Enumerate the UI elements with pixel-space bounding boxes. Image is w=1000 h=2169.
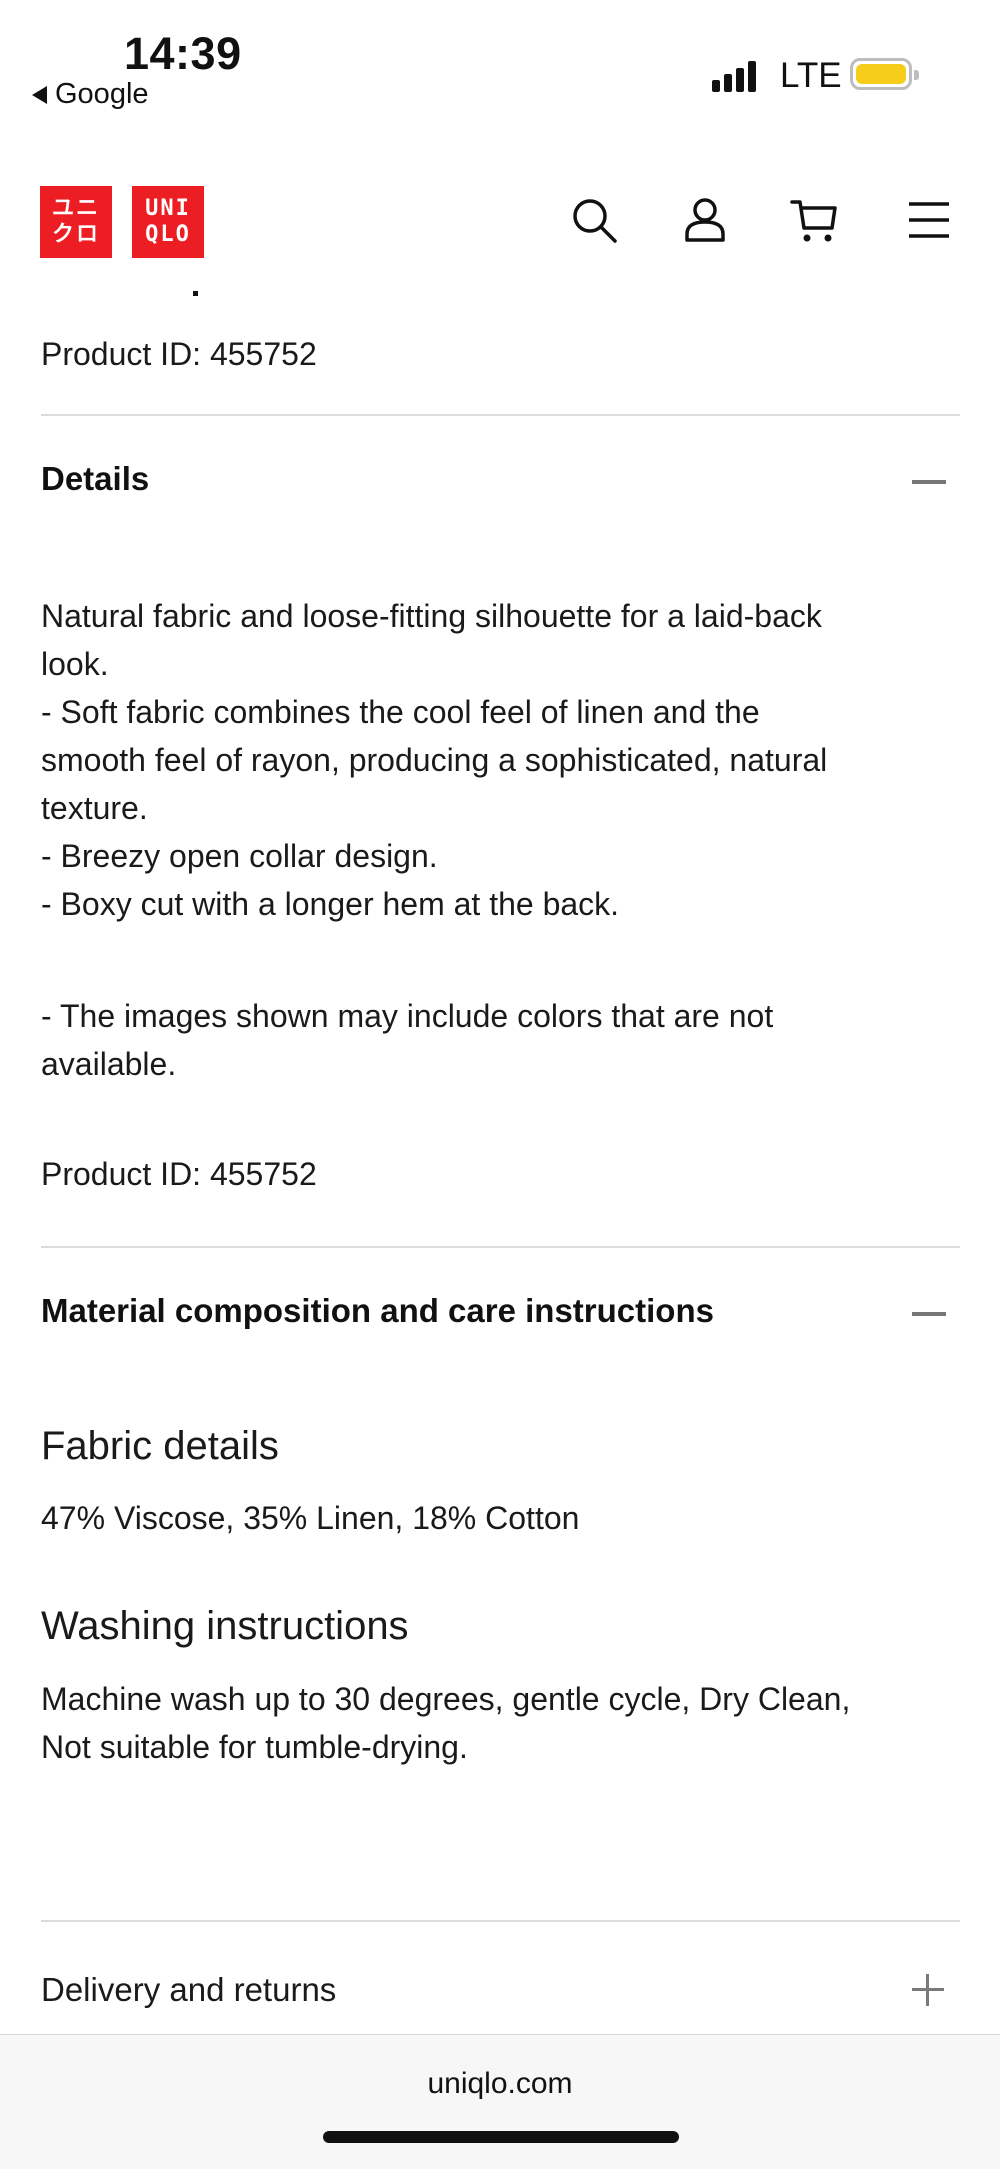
- material-section-header[interactable]: Material composition and care instructio…: [41, 1292, 714, 1330]
- expand-icon[interactable]: [912, 1974, 944, 2006]
- back-arrow-icon: [32, 85, 47, 104]
- fabric-details-heading: Fabric details: [41, 1424, 279, 1468]
- menu-icon[interactable]: [905, 196, 953, 244]
- uniqlo-logo[interactable]: ユニ クロ UNI QLO: [40, 186, 204, 258]
- account-icon[interactable]: [681, 196, 729, 244]
- delivery-returns-header[interactable]: Delivery and returns: [41, 1966, 961, 2014]
- search-icon[interactable]: [570, 196, 618, 244]
- details-section-header[interactable]: Details: [41, 460, 149, 498]
- product-id: Product ID: 455752: [41, 1156, 317, 1192]
- divider: [41, 1246, 960, 1248]
- collapse-icon[interactable]: [912, 1312, 946, 1316]
- collapse-icon[interactable]: [912, 480, 946, 484]
- divider: [41, 414, 960, 416]
- logo-katakana-box: ユニ クロ: [40, 186, 112, 258]
- cart-icon[interactable]: [790, 196, 838, 244]
- washing-instructions-heading: Washing instructions: [41, 1604, 409, 1648]
- browser-bottom-bar: [0, 2034, 1000, 2169]
- address-bar-url[interactable]: uniqlo.com: [0, 2067, 1000, 2101]
- clipped-text-fragment: [193, 291, 198, 296]
- back-to-app-link[interactable]: Google: [32, 78, 149, 111]
- fabric-details-value: 47% Viscose, 35% Linen, 18% Cotton: [41, 1500, 580, 1536]
- washing-instructions-value: Machine wash up to 30 degrees, gentle cy…: [41, 1681, 851, 1765]
- logo-latin-box: UNI QLO: [132, 186, 204, 258]
- back-app-label: Google: [55, 78, 149, 110]
- status-time: 14:39: [124, 28, 242, 79]
- details-description: Natural fabric and loose-fitting silhoue…: [41, 598, 828, 922]
- network-label: LTE: [780, 56, 842, 95]
- details-note: - The images shown may include colors th…: [41, 998, 774, 1082]
- battery-icon: [850, 58, 919, 90]
- product-id-top: Product ID: 455752: [41, 336, 317, 372]
- signal-icon: [712, 60, 760, 92]
- home-indicator[interactable]: [323, 2131, 679, 2143]
- divider: [41, 1920, 960, 1922]
